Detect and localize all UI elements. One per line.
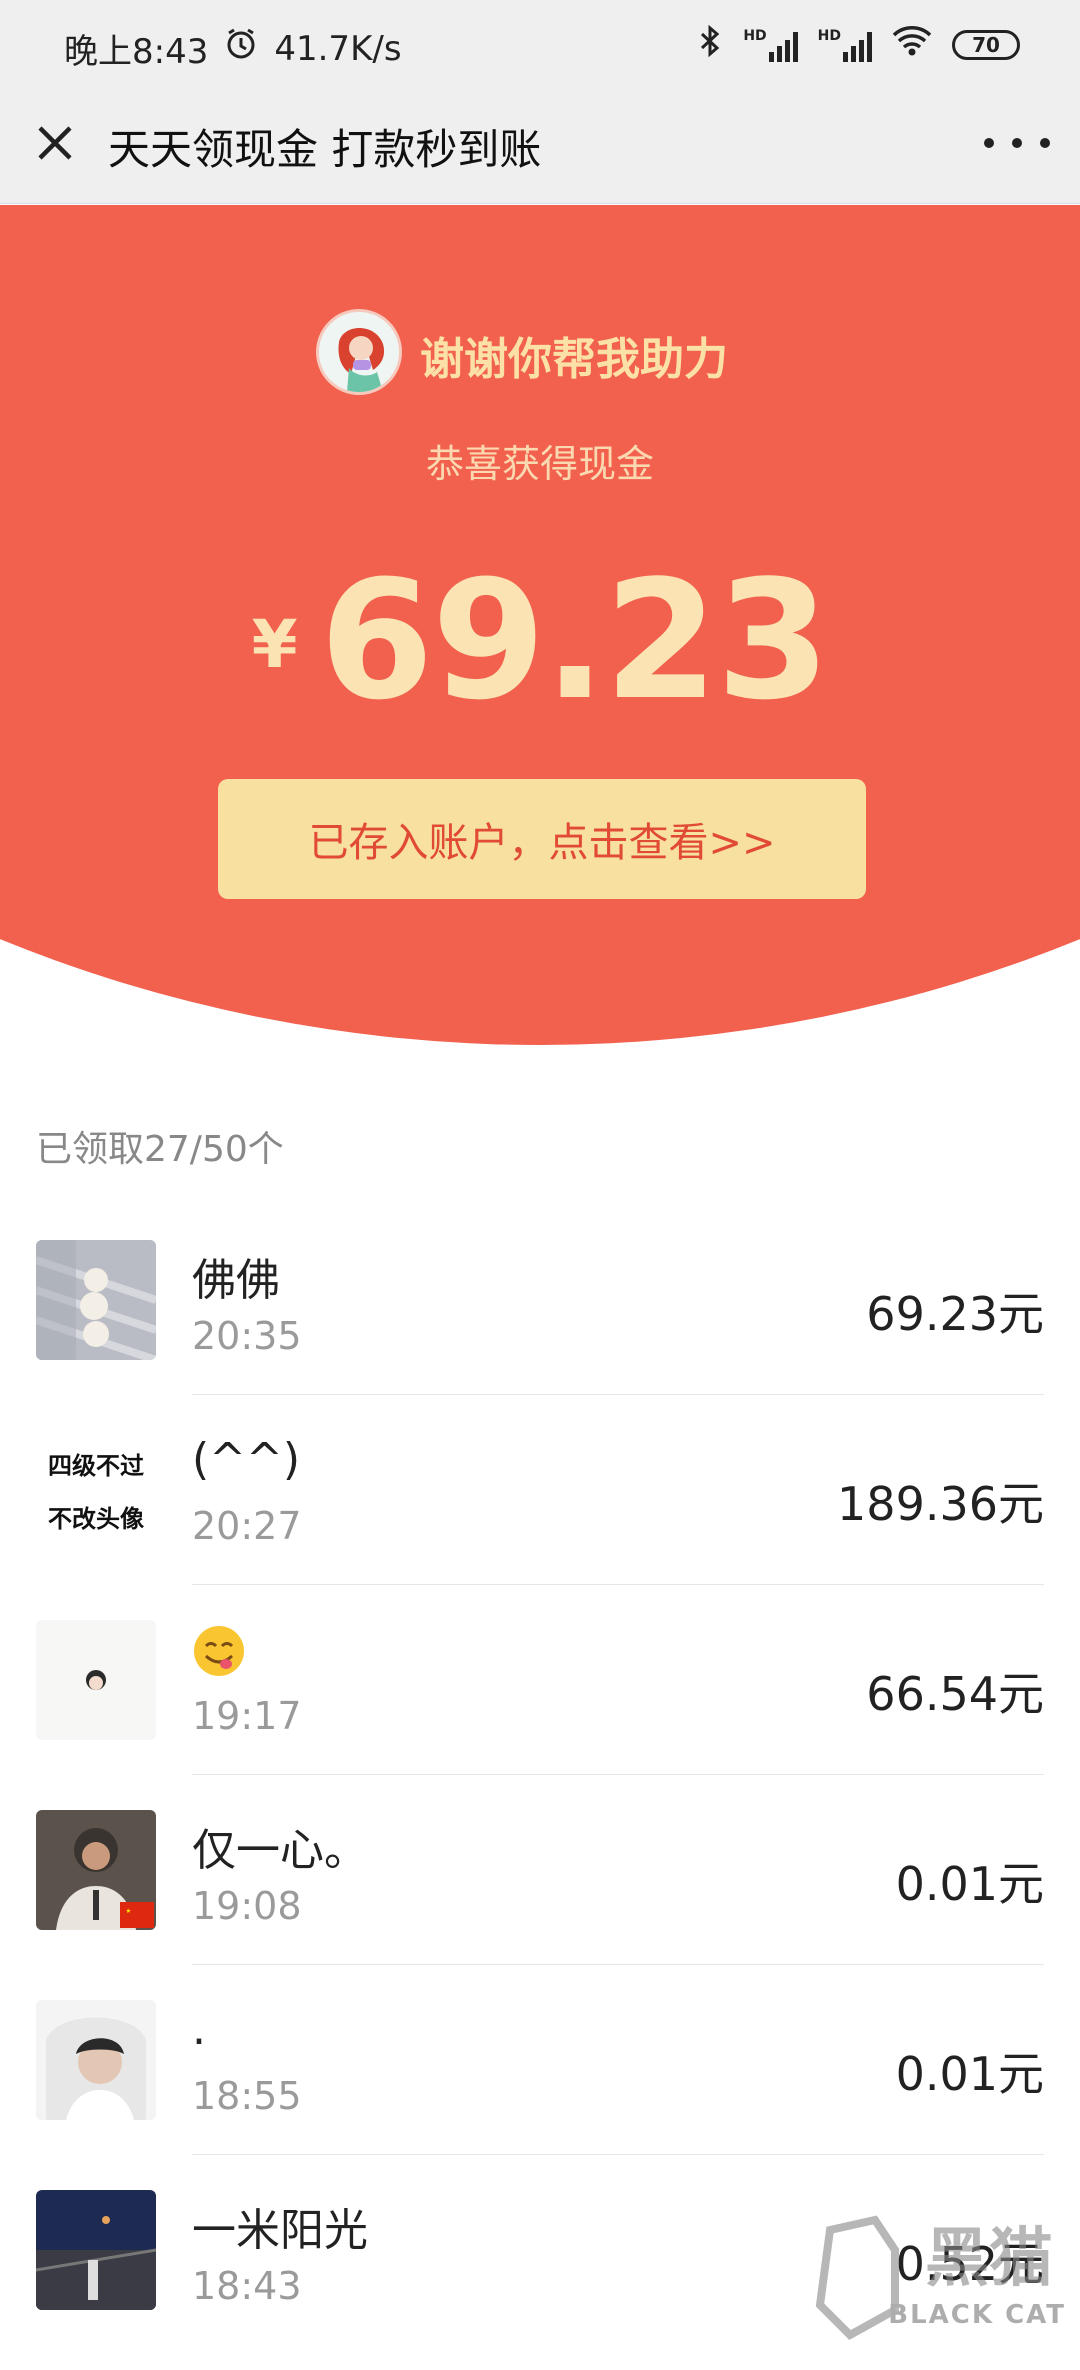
net-speed: 41.7K/s — [274, 29, 401, 69]
claim-amount: 0.01元 — [896, 1848, 1044, 1914]
divider — [192, 1394, 1044, 1395]
list-item[interactable]: 四级不过 不改头像 (^^) 20:27 189.36元 — [0, 1420, 1080, 1610]
claim-amount: 189.36元 — [837, 1468, 1044, 1534]
user-name: . — [192, 2004, 206, 2055]
status-right: HD HD 70 — [697, 24, 1020, 65]
view-account-button[interactable]: 已存入账户，点击查看>> — [218, 779, 866, 899]
avatar-text-line: 四级不过 — [48, 1446, 144, 1481]
divider — [192, 2154, 1044, 2155]
avatar — [36, 1810, 156, 1930]
user-name: 一米阳光 — [192, 2194, 368, 2258]
claim-amount: 69.23元 — [866, 1278, 1044, 1344]
avatar — [36, 1620, 156, 1740]
bluetooth-icon — [697, 24, 723, 65]
status-bar: 晚上8:43 41.7K/s HD HD 70 — [0, 0, 1080, 92]
status-left: 晚上8:43 41.7K/s — [64, 24, 402, 73]
alarm-icon — [224, 27, 258, 70]
user-name: (^^) — [192, 1434, 300, 1485]
avatar-text-line: 不改头像 — [48, 1499, 144, 1534]
status-time: 晚上8:43 — [64, 24, 208, 73]
claim-time: 19:08 — [192, 1884, 302, 1928]
page-title: 天天领现金 打款秒到账 — [108, 116, 541, 177]
avatar — [316, 309, 402, 395]
signal-icon — [769, 32, 798, 62]
claim-amount: 0.01元 — [896, 2038, 1044, 2104]
wifi-icon — [892, 25, 932, 64]
claim-amount: 66.54元 — [866, 1658, 1044, 1724]
list-item[interactable]: 19:17 66.54元 — [0, 1610, 1080, 1800]
list-item[interactable]: . 18:55 0.01元 — [0, 1990, 1080, 2180]
avatar: 四级不过 不改头像 — [36, 1430, 156, 1550]
claim-time: 19:17 — [192, 1694, 302, 1738]
nav-bar: 天天领现金 打款秒到账 — [0, 92, 1080, 204]
user-name: 仅一心。 — [192, 1814, 368, 1878]
watermark-text: BLACK CAT — [888, 2300, 1066, 2330]
hero-card: 谢谢你帮我助力 恭喜获得现金 ¥69.23 已存入账户，点击查看>> — [0, 205, 1080, 1045]
claimed-count: 已领取27/50个 — [36, 1120, 284, 1172]
battery-icon: 70 — [952, 30, 1020, 60]
signal-2: HD — [818, 28, 872, 62]
user-name: 佛佛 — [192, 1244, 280, 1308]
emoji-icon — [192, 1624, 252, 1684]
svg-text:黑猫: 黑猫 — [925, 2222, 1053, 2296]
claim-list: 佛佛 20:35 69.23元 四级不过 不改头像 (^^) 20:27 189… — [0, 1230, 1080, 2370]
hd-label-1: HD — [743, 28, 766, 44]
divider — [192, 1774, 1044, 1775]
signal-icon — [843, 32, 872, 62]
more-icon[interactable] — [984, 116, 1050, 170]
list-item[interactable]: 佛佛 20:35 69.23元 — [0, 1230, 1080, 1420]
currency-symbol: ¥ — [252, 606, 298, 683]
claim-time: 20:35 — [192, 1314, 302, 1358]
avatar — [36, 2000, 156, 2120]
claim-time: 18:43 — [192, 2264, 302, 2308]
close-icon[interactable] — [28, 116, 82, 170]
amount-value: 69.23 — [320, 545, 829, 736]
divider — [192, 1964, 1044, 1965]
list-item[interactable]: 仅一心。 19:08 0.01元 — [0, 1800, 1080, 1990]
cash-amount: ¥69.23 — [0, 545, 1080, 736]
divider — [192, 1584, 1044, 1585]
avatar — [36, 2190, 156, 2310]
claim-time: 20:27 — [192, 1504, 302, 1548]
signal-1: HD — [743, 28, 797, 62]
hero-subtitle: 恭喜获得现金 — [0, 433, 1080, 488]
avatar — [36, 1240, 156, 1360]
claim-time: 18:55 — [192, 2074, 302, 2118]
watermark: 黑猫 BLACK CAT — [810, 2210, 1080, 2340]
helper-name: 谢谢你帮我助力 — [420, 323, 728, 387]
hd-label-2: HD — [818, 28, 841, 44]
